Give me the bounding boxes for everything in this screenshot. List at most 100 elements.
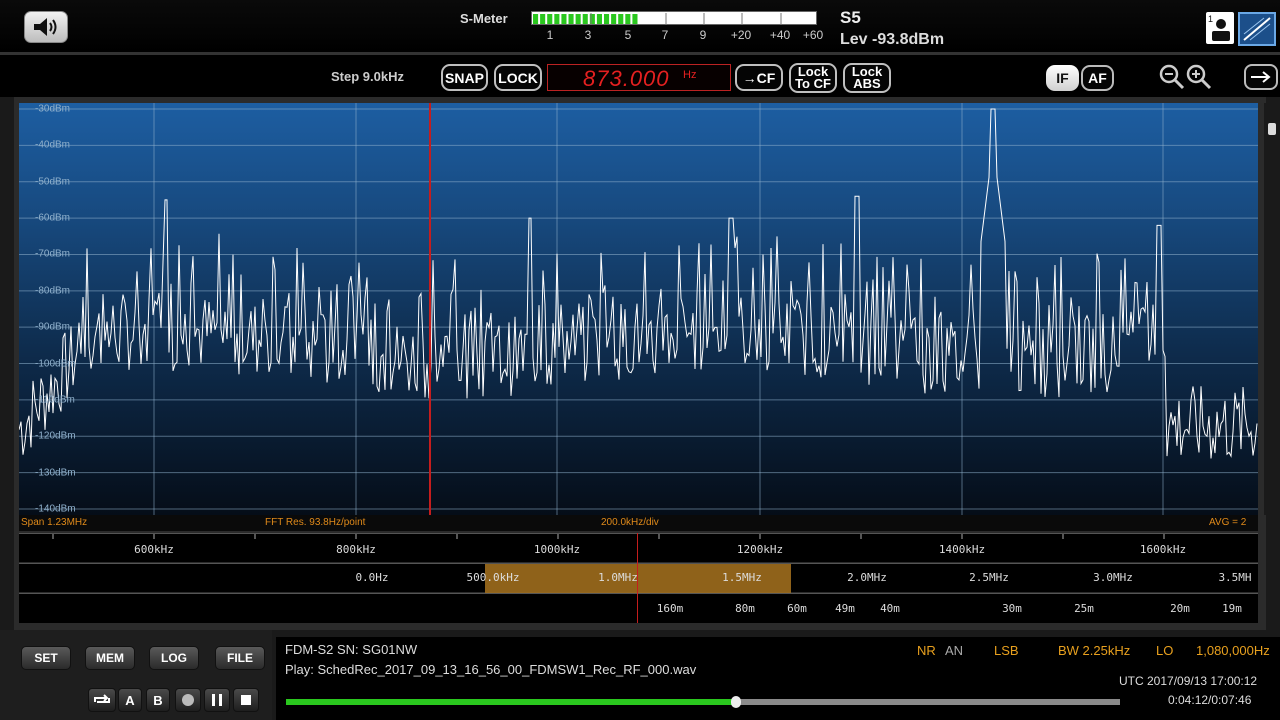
tuning-cursor-line	[637, 533, 638, 623]
smeter-segment	[540, 14, 546, 24]
smeter-scale: 1 3 5 7 9 +20 +40 +60	[531, 28, 831, 42]
smeter-segment	[731, 14, 737, 24]
smeter-segment	[760, 14, 766, 24]
smeter-segment	[689, 14, 695, 24]
smeter-segment	[611, 14, 617, 24]
if-button[interactable]: IF	[1046, 65, 1079, 91]
lo-label: LO	[1156, 643, 1174, 658]
snap-button[interactable]: SNAP	[441, 64, 488, 91]
khz-label: 1200kHz	[736, 543, 784, 556]
arrow-right-icon	[1251, 71, 1271, 83]
mhz-label: 1.5MHz	[722, 571, 762, 584]
smeter-segment	[738, 14, 744, 24]
smeter-tick: +40	[769, 28, 791, 42]
a-button[interactable]: A	[118, 688, 142, 712]
mhz-label: 0.0Hz	[355, 571, 389, 584]
smeter-tick: +20	[730, 28, 752, 42]
speaker-icon	[34, 18, 57, 36]
log-button[interactable]: LOG	[149, 646, 199, 670]
smeter-segment	[774, 14, 780, 24]
next-arrow-button[interactable]	[1244, 64, 1278, 90]
smeter-segment	[639, 14, 645, 24]
pause-icon	[212, 694, 222, 706]
playback-progress[interactable]	[286, 696, 1120, 708]
khz-scale[interactable]: 600kHz 800kHz 1000kHz 1200kHz 1400kHz 16…	[19, 533, 1258, 562]
af-button[interactable]: AF	[1081, 65, 1114, 91]
smeter-segment	[533, 14, 539, 24]
spectrum-trace	[19, 103, 1258, 515]
db-label: -90dBm	[35, 321, 71, 333]
smeter-segment	[604, 14, 610, 24]
spectrum-trace-line	[19, 108, 1258, 459]
pause-button[interactable]	[204, 688, 230, 712]
loop-button[interactable]	[88, 688, 116, 712]
smeter-tick: 5	[624, 28, 632, 42]
lock-abs-button[interactable]: Lock ABS	[843, 63, 891, 93]
spectrum-display[interactable]: -30dBm -40dBm -50dBm -60dBm -70dBm -80dBm -90d…	[19, 103, 1258, 515]
device-label: FDM-S2 SN: SG01NW	[285, 642, 418, 657]
profile-icon[interactable]: 1	[1206, 12, 1234, 44]
mhz-label: 2.5MHz	[969, 571, 1009, 584]
lock-to-cf-button[interactable]: Lock To CF	[789, 63, 837, 93]
smeter-tick: 9	[699, 28, 707, 42]
b-button[interactable]: B	[146, 688, 170, 712]
status-panel: FDM-S2 SN: SG01NW Play: SchedRec_2017_09…	[276, 637, 1280, 720]
smeter-segment	[696, 14, 702, 24]
db-label: -30dBm	[35, 103, 71, 115]
frequency-unit: Hz	[683, 69, 697, 81]
smeter-segment	[625, 14, 631, 24]
smeter-segment	[568, 14, 574, 24]
mhz-label: 2.0MHz	[847, 571, 887, 584]
smeter-tick: 1	[546, 28, 554, 42]
fft-res-label: FFT Res. 93.8Hz/point	[265, 517, 366, 528]
bandwidth-indicator[interactable]: BW 2.25kHz	[1058, 643, 1130, 658]
speaker-button[interactable]	[24, 11, 68, 43]
zoom-in-icon[interactable]	[1185, 63, 1213, 91]
db-label: -40dBm	[35, 139, 71, 151]
smeter-segment	[632, 14, 638, 24]
smeter-segment	[675, 14, 681, 24]
playback-progress-fill	[286, 699, 737, 705]
mem-button[interactable]: MEM	[85, 646, 135, 670]
band-label: 80m	[735, 602, 755, 615]
mode-indicator[interactable]: LSB	[994, 643, 1019, 658]
smeter-segment	[653, 14, 659, 24]
utc-time: UTC 2017/09/13 17:00:12	[1119, 674, 1258, 688]
s-value: S5	[840, 8, 861, 27]
nr-indicator[interactable]: NR	[917, 643, 936, 658]
stop-button[interactable]	[233, 688, 259, 712]
toolbar: Step 9.0kHz SNAP LOCK 873.000 Hz → CF Loc…	[0, 52, 1280, 97]
playback-progress-knob[interactable]	[731, 696, 742, 708]
band-label: 25m	[1074, 602, 1094, 615]
smeter-segment	[682, 14, 688, 24]
band-scale[interactable]: 160m 80m 60m 49m 40m 30m 25m 20m 19m	[19, 593, 1258, 623]
arrow-right-icon: →	[742, 69, 757, 86]
khz-label: 1600kHz	[1139, 543, 1187, 556]
record-button[interactable]	[175, 688, 201, 712]
smeter-tick: 7	[661, 28, 669, 42]
smeter-segment	[788, 14, 794, 24]
frequency-value: 873.000	[583, 66, 670, 91]
db-label: -50dBm	[35, 176, 71, 188]
an-indicator[interactable]: AN	[945, 643, 963, 658]
file-button[interactable]: FILE	[215, 646, 265, 670]
db-label: -130dBm	[35, 467, 76, 479]
zoom-out-icon[interactable]	[1158, 63, 1186, 91]
step-label: Step 9.0kHz	[331, 69, 404, 84]
smeter-segment	[554, 14, 560, 24]
right-scrollbar[interactable]	[1264, 103, 1280, 515]
display-mode-icon[interactable]	[1238, 12, 1276, 46]
scroll-thumb[interactable]	[1268, 123, 1276, 135]
smeter-segment	[753, 14, 759, 24]
lock-button[interactable]: LOCK	[494, 64, 542, 91]
frequency-display[interactable]: 873.000 Hz	[547, 64, 731, 91]
to-cf-button[interactable]: → CF	[735, 64, 783, 91]
playback-time: 0:04:12/0:07:46	[1168, 693, 1252, 707]
set-button[interactable]: SET	[21, 646, 71, 670]
loop-icon	[94, 694, 110, 703]
bottom-controls: SET MEM LOG FILE A B	[0, 630, 272, 720]
lo-value[interactable]: 1,080,000Hz	[1196, 643, 1270, 658]
smeter-segment	[561, 14, 567, 24]
mhz-scale[interactable]: 0.0Hz 500.0kHz 1.0MHz 1.5MHz 2.0MHz 2.5M…	[19, 563, 1258, 593]
smeter-segment	[710, 14, 716, 24]
